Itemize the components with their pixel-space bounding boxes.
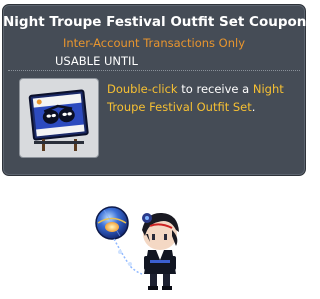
outfit-coupon-icon: [28, 89, 89, 151]
description-text: to receive a: [177, 82, 253, 96]
description-highlight-action: Double-click: [107, 82, 178, 96]
character-with-balloon-sprite: [95, 206, 179, 290]
description-period: .: [251, 100, 256, 114]
usable-until-text: USABLE UNTIL: [55, 54, 138, 68]
description-highlight-item-cont: Troupe Festival Outfit Set: [107, 100, 252, 114]
description-highlight-item: Night: [252, 82, 284, 96]
trade-restriction-text: Inter-Account Transactions Only: [62, 36, 246, 50]
tooltip-divider: [8, 70, 300, 71]
item-icon-frame: [19, 78, 99, 158]
item-tooltip: Night Troupe Festival Outfit Set Coupon …: [2, 4, 306, 176]
item-title: Night Troupe Festival Outfit Set Coupon: [3, 14, 307, 30]
item-description: Double-click to receive a Night Troupe Fe…: [107, 80, 303, 116]
